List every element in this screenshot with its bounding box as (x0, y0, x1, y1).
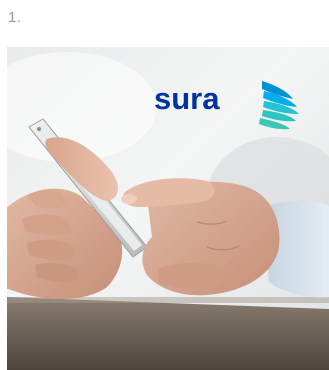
hero-photo: sura (7, 47, 329, 370)
page: 1. sura (0, 0, 329, 370)
table-surface (7, 297, 329, 370)
sura-logo-text: sura (154, 81, 220, 116)
step-number: 1. (8, 9, 22, 26)
